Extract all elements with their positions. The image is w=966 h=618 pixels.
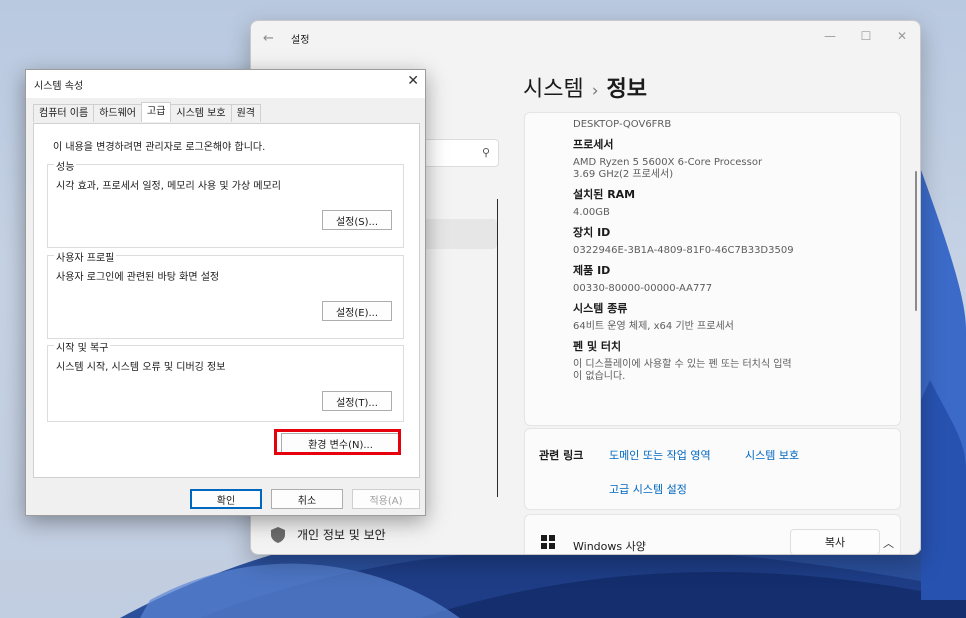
windows-logo-icon — [541, 535, 555, 549]
link-advanced-system-settings[interactable]: 고급 시스템 설정 — [609, 481, 687, 497]
dialog-titlebar: 시스템 속성 ✕ — [26, 70, 425, 98]
search-input[interactable]: ⚲ — [419, 139, 499, 167]
window-controls: — ☐ ✕ — [812, 21, 920, 51]
windows-spec-card[interactable]: Windows 사양 복사 ︿ — [524, 514, 901, 554]
system-type-value: 64비트 운영 체제, x64 기반 프로세서 — [573, 321, 734, 332]
environment-variables-highlight — [274, 429, 401, 455]
pen-touch-value: 이 디스플레이에 사용할 수 있는 펜 또는 터치식 입력 이 없습니다. — [573, 359, 900, 383]
page-title: 시스템 › 정보 — [523, 71, 647, 103]
cancel-button[interactable]: 취소 — [271, 489, 343, 509]
pen-touch-label: 펜 및 터치 — [573, 340, 622, 353]
advanced-tab-panel: 이 내용을 변경하려면 관리자로 로그온해야 합니다. 성능 시각 효과, 프로… — [33, 123, 420, 478]
device-id-value: 0322946E-3B1A-4809-81F0-46C7B33D3509 — [573, 245, 794, 256]
nav-divider — [497, 199, 498, 497]
tab-computer-name[interactable]: 컴퓨터 이름 — [33, 104, 95, 122]
startup-recovery-title: 시작 및 복구 — [54, 339, 111, 354]
related-links-card: 관련 링크 도메인 또는 작업 영역 시스템 보호 고급 시스템 설정 — [524, 428, 901, 510]
user-profile-group: 사용자 프로필 사용자 로그인에 관련된 바탕 화면 설정 설정(E)... — [47, 249, 404, 339]
nav-item-privacy[interactable]: 개인 정보 및 보안 — [271, 526, 386, 543]
tab-remote[interactable]: 원격 — [230, 104, 261, 122]
tab-system-protection[interactable]: 시스템 보호 — [170, 104, 232, 122]
user-profile-desc: 사용자 로그인에 관련된 바탕 화면 설정 — [56, 272, 220, 283]
settings-titlebar: ← 설정 — ☐ ✕ — [251, 21, 920, 55]
search-icon: ⚲ — [481, 146, 490, 159]
ok-button[interactable]: 확인 — [190, 489, 262, 509]
minimize-icon[interactable]: — — [812, 21, 848, 51]
close-icon[interactable]: ✕ — [884, 21, 920, 51]
admin-note: 이 내용을 변경하려면 관리자로 로그온해야 합니다. — [53, 142, 266, 153]
ram-value: 4.00GB — [573, 207, 610, 218]
dialog-title: 시스템 속성 — [34, 80, 84, 92]
scrollbar-thumb[interactable] — [915, 171, 917, 311]
startup-recovery-desc: 시스템 시작, 시스템 오류 및 디버깅 정보 — [56, 362, 226, 373]
user-profile-settings-button[interactable]: 설정(E)... — [322, 301, 392, 321]
link-domain-workgroup[interactable]: 도메인 또는 작업 영역 — [609, 447, 711, 463]
nav-item-privacy-label: 개인 정보 및 보안 — [297, 528, 386, 542]
apply-button[interactable]: 적용(A) — [352, 489, 420, 509]
performance-group: 성능 시각 효과, 프로세서 일정, 메모리 사용 및 가상 메모리 설정(S)… — [47, 158, 404, 248]
performance-desc: 시각 효과, 프로세서 일정, 메모리 사용 및 가상 메모리 — [56, 181, 281, 192]
processor-value-line1: AMD Ryzen 5 5600X 6-Core Processor — [573, 157, 763, 168]
performance-title: 성능 — [54, 158, 77, 173]
related-links-label: 관련 링크 — [539, 449, 584, 462]
dialog-tabs: 컴퓨터 이름 하드웨어 고급 시스템 보호 원격 — [33, 102, 261, 122]
breadcrumb-current: 정보 — [606, 77, 648, 102]
pen-touch-value-line1: 이 디스플레이에 사용할 수 있는 펜 또는 터치식 입력 — [573, 359, 792, 370]
tab-hardware[interactable]: 하드웨어 — [93, 104, 142, 122]
processor-value-line2: 3.69 GHz(2 프로세서) — [573, 169, 674, 180]
product-id-value: 00330-80000-00000-AA777 — [573, 283, 713, 294]
startup-recovery-settings-button[interactable]: 설정(T)... — [322, 391, 392, 411]
breadcrumb-parent[interactable]: 시스템 — [523, 77, 584, 102]
device-id-label: 장치 ID — [573, 226, 611, 239]
shield-icon — [271, 526, 285, 543]
processor-label: 프로세서 — [573, 138, 614, 151]
chevron-up-icon[interactable]: ︿ — [883, 535, 894, 551]
ram-label: 설치된 RAM — [573, 188, 636, 201]
nav-item-selected[interactable] — [419, 219, 497, 249]
link-system-protection[interactable]: 시스템 보호 — [745, 447, 799, 463]
windows-spec-label: Windows 사양 — [573, 540, 646, 553]
back-arrow-icon[interactable]: ← — [263, 31, 283, 46]
processor-value: AMD Ryzen 5 5600X 6-Core Processor 3.69 … — [573, 157, 900, 181]
startup-recovery-group: 시작 및 복구 시스템 시작, 시스템 오류 및 디버깅 정보 설정(T)... — [47, 339, 404, 422]
pen-touch-value-line2: 이 없습니다. — [573, 371, 626, 382]
tab-advanced[interactable]: 고급 — [141, 102, 172, 122]
settings-app-title: 설정 — [291, 34, 310, 46]
copy-button[interactable]: 복사 — [790, 529, 880, 554]
user-profile-title: 사용자 프로필 — [54, 249, 117, 264]
device-name-value: DESKTOP-QOV6FRB — [573, 119, 672, 130]
close-icon[interactable]: ✕ — [407, 73, 419, 89]
system-type-label: 시스템 종류 — [573, 302, 628, 315]
product-id-label: 제품 ID — [573, 264, 611, 277]
maximize-icon[interactable]: ☐ — [848, 21, 884, 51]
performance-settings-button[interactable]: 설정(S)... — [322, 210, 392, 230]
device-specs-card: DESKTOP-QOV6FRB 프로세서 AMD Ryzen 5 5600X 6… — [524, 112, 901, 426]
breadcrumb-separator: › — [591, 81, 599, 101]
